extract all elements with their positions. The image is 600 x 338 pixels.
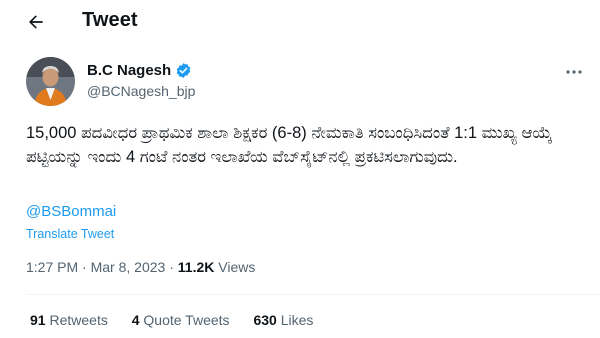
meta-separator-2: · xyxy=(169,259,174,275)
tweet-stats: 91 Retweets 4 Quote Tweets 630 Likes xyxy=(30,312,333,328)
meta-separator: · xyxy=(82,259,87,275)
author-name[interactable]: B.C Nagesh xyxy=(87,62,192,79)
quote-tweets-stat[interactable]: 4 Quote Tweets xyxy=(132,312,234,328)
views-count: 11.2K xyxy=(177,259,215,275)
quote-tweets-count: 4 xyxy=(131,312,140,328)
divider xyxy=(26,294,600,295)
retweets-label: Retweets xyxy=(49,312,108,328)
tweet-time[interactable]: 1:27 PM xyxy=(26,259,78,275)
quote-tweets-label: Quote Tweets xyxy=(143,312,230,328)
translate-tweet-link[interactable]: Translate Tweet xyxy=(26,227,114,241)
more-options-icon[interactable] xyxy=(562,64,586,80)
likes-stat[interactable]: 630 Likes xyxy=(253,312,313,328)
avatar[interactable] xyxy=(26,57,75,106)
page-title: Tweet xyxy=(82,9,138,31)
tweet-text: 15,000 ಪದವೀಧರ ಪ್ರಾಥಮಿಕ ಶಾಲಾ ಶಿಕ್ಷಕರ (6-8… xyxy=(26,124,553,166)
verified-badge-icon xyxy=(175,62,192,79)
author-handle[interactable]: @BCNagesh_bjp xyxy=(87,83,195,99)
retweets-count: 91 xyxy=(30,312,46,328)
author-name-text[interactable]: B.C Nagesh xyxy=(87,62,171,79)
back-arrow-icon[interactable] xyxy=(22,8,50,36)
retweets-stat[interactable]: 91 Retweets xyxy=(30,312,112,328)
likes-count: 630 xyxy=(253,312,277,328)
mention-link[interactable]: @BSBommai xyxy=(26,203,116,220)
views-label: Views xyxy=(218,259,256,275)
likes-label: Likes xyxy=(280,312,314,328)
tweet-date[interactable]: Mar 8, 2023 xyxy=(91,259,166,275)
tweet-header: Tweet xyxy=(0,0,600,44)
tweet-meta: 1:27 PM · Mar 8, 2023 · 11.2K Views xyxy=(26,259,255,275)
